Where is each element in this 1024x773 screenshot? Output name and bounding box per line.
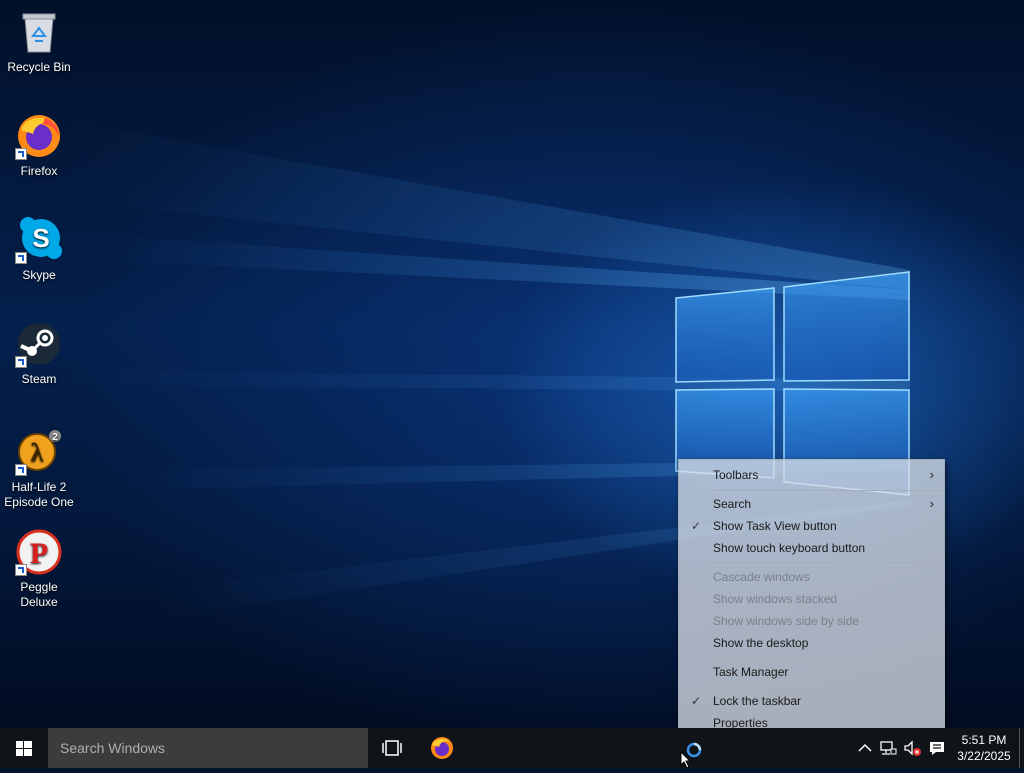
desktop-icon-label: Recycle Bin xyxy=(7,60,71,74)
menu-item-lock-the-taskbar[interactable]: ✓ Lock the taskbar xyxy=(679,690,944,712)
menu-item-show-the-desktop[interactable]: Show the desktop xyxy=(679,632,944,654)
taskbar-firefox-button[interactable] xyxy=(418,728,466,768)
search-placeholder: Search Windows xyxy=(60,740,166,756)
menu-item-label: Show windows stacked xyxy=(713,592,838,606)
menu-item-cascade-windows: Cascade windows xyxy=(679,566,944,588)
show-desktop-button[interactable] xyxy=(1019,728,1024,768)
menu-item-label: Toolbars xyxy=(713,468,759,482)
shortcut-arrow-icon xyxy=(15,464,27,476)
menu-item-show-touch-keyboard-button[interactable]: Show touch keyboard button xyxy=(679,537,944,559)
shortcut-arrow-icon xyxy=(15,356,27,368)
chevron-up-icon[interactable] xyxy=(855,738,875,758)
menu-item-search[interactable]: Search › xyxy=(679,493,944,515)
chevron-right-icon: › xyxy=(929,496,934,511)
desktop-icon-half-life-2[interactable]: λ 2 Half-Life 2 Episode One xyxy=(0,428,78,510)
recycle-bin-icon xyxy=(15,8,63,56)
firefox-icon xyxy=(431,737,453,759)
desktop-icon-peggle[interactable]: P Peggle Deluxe xyxy=(0,528,78,610)
menu-item-label: Show windows side by side xyxy=(713,614,860,628)
menu-item-label: Lock the taskbar xyxy=(713,694,802,708)
desktop-icon-label: Firefox xyxy=(20,164,58,178)
peggle-icon: P xyxy=(15,528,63,576)
taskbar-clock[interactable]: 5:51 PM 3/22/2025 xyxy=(950,732,1018,764)
shortcut-arrow-icon xyxy=(15,148,27,160)
desktop-icon-skype[interactable]: S Skype xyxy=(0,216,78,283)
checkmark-icon: ✓ xyxy=(691,694,702,708)
desktop-icon-recycle-bin[interactable]: Recycle Bin xyxy=(0,8,78,75)
task-view-button[interactable] xyxy=(368,728,416,768)
shortcut-arrow-icon xyxy=(15,252,27,264)
chevron-right-icon: › xyxy=(929,467,934,482)
menu-separator xyxy=(709,686,943,687)
windows-logo-icon xyxy=(16,741,32,756)
taskbar-context-menu: Toolbars › Search › ✓ Show Task View but… xyxy=(678,459,945,739)
desktop-icon-label: Steam xyxy=(21,372,57,386)
shortcut-arrow-icon xyxy=(15,564,27,576)
taskbar[interactable]: Search Windows 5:51 PM 3/22/2025 xyxy=(0,728,1024,768)
menu-separator xyxy=(709,490,943,491)
action-center-icon[interactable] xyxy=(927,738,947,758)
search-input[interactable]: Search Windows xyxy=(48,728,368,768)
mouse-pointer-icon xyxy=(680,752,692,768)
menu-item-label: Cascade windows xyxy=(713,570,810,584)
volume-muted-icon[interactable] xyxy=(902,738,922,758)
menu-item-show-task-view-button[interactable]: ✓ Show Task View button xyxy=(679,515,944,537)
svg-text:2: 2 xyxy=(52,432,58,443)
clock-date: 3/22/2025 xyxy=(957,749,1011,763)
checkmark-icon: ✓ xyxy=(691,519,702,533)
desktop-icon-firefox[interactable]: Firefox xyxy=(0,112,78,179)
menu-item-task-manager[interactable]: Task Manager xyxy=(679,661,944,683)
menu-separator xyxy=(709,562,943,563)
svg-text:S: S xyxy=(32,223,49,253)
menu-item-label: Show Task View button xyxy=(713,519,837,533)
svg-text:P: P xyxy=(30,537,48,570)
menu-item-show-windows-stacked: Show windows stacked xyxy=(679,588,944,610)
menu-item-toolbars[interactable]: Toolbars › xyxy=(679,464,944,486)
desktop-icon-label: Skype xyxy=(22,268,56,282)
clock-time: 5:51 PM xyxy=(961,733,1007,747)
firefox-icon xyxy=(15,112,63,160)
menu-item-label: Search xyxy=(713,497,752,511)
network-icon[interactable] xyxy=(878,738,898,758)
menu-item-label: Show the desktop xyxy=(713,636,809,650)
menu-item-label: Task Manager xyxy=(713,665,789,679)
start-button[interactable] xyxy=(0,728,48,768)
menu-separator xyxy=(709,657,943,658)
steam-icon xyxy=(15,320,63,368)
desktop-icon-label: Half-Life 2 Episode One xyxy=(4,480,74,509)
desktop-icon-label: Peggle Deluxe xyxy=(20,580,58,609)
desktop-icon-steam[interactable]: Steam xyxy=(0,320,78,387)
menu-item-label: Show touch keyboard button xyxy=(713,541,866,555)
half-life-2-icon: λ 2 xyxy=(15,428,63,476)
skype-icon: S xyxy=(15,216,63,264)
task-view-icon xyxy=(382,740,402,756)
menu-item-show-windows-side-by-side: Show windows side by side xyxy=(679,610,944,632)
svg-text:λ: λ xyxy=(31,438,44,467)
